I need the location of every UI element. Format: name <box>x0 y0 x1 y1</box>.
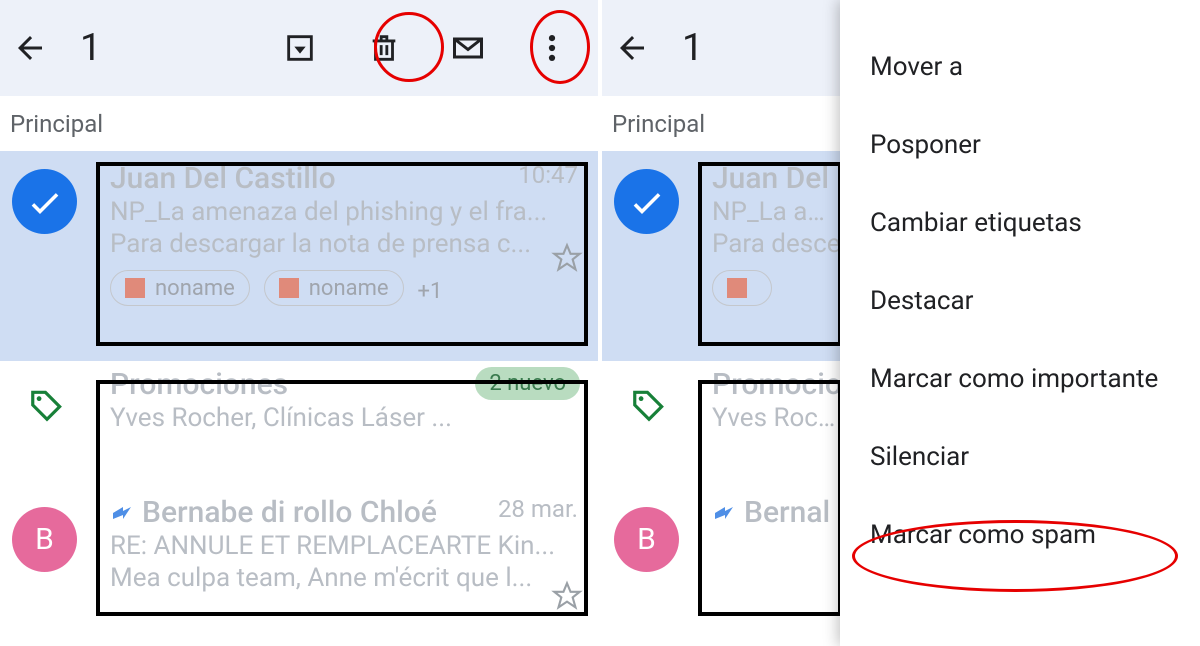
menu-mark-important[interactable]: Marcar como importante <box>840 340 1200 418</box>
avatar[interactable]: B <box>12 507 77 572</box>
annotation-box2 <box>698 380 842 616</box>
selected-check-avatar[interactable] <box>614 169 679 234</box>
delete-button[interactable] <box>366 30 402 66</box>
tag-icon <box>28 386 66 424</box>
selection-count: 1 <box>682 26 703 70</box>
left-screenshot: 1 Principal Juan Del Castillo NP_La amen… <box>0 0 598 618</box>
menu-mute[interactable]: Silenciar <box>840 418 1200 496</box>
tag-icon <box>630 386 668 424</box>
annotation-box2 <box>96 380 588 616</box>
menu-mark-spam[interactable]: Marcar como spam <box>840 496 1200 574</box>
annotation-box1 <box>698 162 842 346</box>
selection-count: 1 <box>80 26 101 70</box>
back-button[interactable] <box>612 28 652 68</box>
menu-move-to[interactable]: Mover a <box>840 28 1200 106</box>
mark-unread-button[interactable] <box>450 30 486 66</box>
more-button[interactable] <box>534 30 570 66</box>
tab-principal[interactable]: Principal <box>0 96 598 151</box>
annotation-box1 <box>96 162 588 346</box>
selected-check-avatar[interactable] <box>12 169 77 234</box>
overflow-menu: Mover a Posponer Cambiar etiquetas Desta… <box>840 0 1200 646</box>
menu-change-labels[interactable]: Cambiar etiquetas <box>840 184 1200 262</box>
avatar[interactable]: B <box>614 507 679 572</box>
archive-button[interactable] <box>282 30 318 66</box>
menu-snooze[interactable]: Posponer <box>840 106 1200 184</box>
menu-star[interactable]: Destacar <box>840 262 1200 340</box>
back-button[interactable] <box>10 28 50 68</box>
selection-topbar: 1 <box>0 0 598 96</box>
